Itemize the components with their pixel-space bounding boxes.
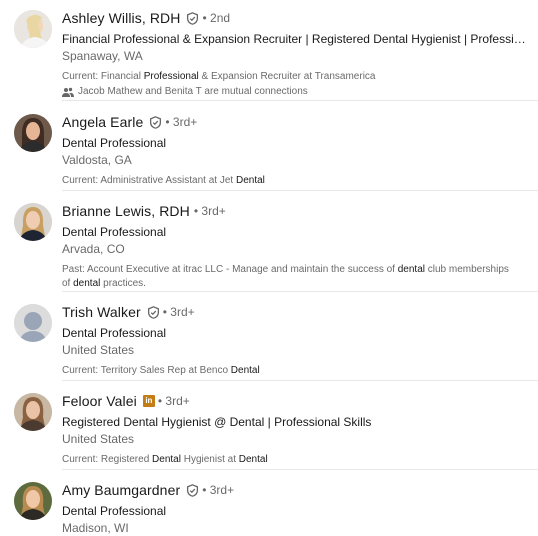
summary-line: of dental practices. [62, 277, 528, 291]
result-item: Feloor Valei in • 3rd+ Registered Dental… [0, 391, 538, 469]
summary-highlight: Dental [152, 454, 181, 465]
avatar[interactable] [14, 203, 52, 241]
summary-highlight: Dental [230, 365, 260, 376]
search-results-list: Ashley Willis, RDH • 2nd Financial Profe… [0, 0, 538, 535]
summary-text: Hygienist at [180, 454, 239, 465]
avatar[interactable] [14, 482, 52, 520]
divider [62, 100, 538, 101]
profile-name-link[interactable]: Angela Earle [62, 114, 143, 130]
summary-line: Past: Account Executive at itrac LLC - M… [62, 263, 528, 277]
connection-degree: • 3rd+ [193, 204, 226, 218]
divider [62, 190, 538, 191]
profile-name-link[interactable]: Feloor Valei [62, 393, 137, 409]
verified-icon [186, 483, 199, 497]
result-item: Amy Baumgardner • 3rd+ Dental Profession… [0, 480, 538, 535]
summary-text: club memberships [424, 264, 509, 275]
summary-highlight: dental [73, 278, 101, 289]
avatar-placeholder-icon [14, 304, 52, 342]
headline: Dental Professional [62, 326, 167, 340]
location: Spanaway, WA [62, 49, 143, 63]
summary: Current: Registered Dental Hygienist at … [62, 453, 528, 467]
summary-text: of [62, 278, 74, 289]
summary-text: & Expansion Recruiter at Transamerica [198, 71, 376, 82]
avatar[interactable] [14, 10, 52, 48]
verified-icon [186, 11, 199, 25]
headline: Dental Professional [62, 136, 167, 150]
summary: Past: Account Executive at itrac LLC - M… [62, 263, 528, 291]
result-item: Brianne Lewis, RDH • 3rd+ Dental Profess… [0, 201, 538, 291]
avatar[interactable] [14, 304, 52, 342]
name-row: Amy Baumgardner • 3rd+ [62, 480, 528, 500]
headline: Dental Professional [62, 504, 167, 518]
connection-degree: • 3rd+ [202, 483, 235, 497]
name-row: Angela Earle • 3rd+ [62, 112, 528, 132]
linkedin-premium-icon: in [142, 395, 155, 407]
summary-text: Past: Account Executive at itrac LLC - M… [62, 264, 398, 275]
summary-text: Current: Registered [62, 454, 153, 465]
summary: Current: Administrative Assistant at Jet… [62, 174, 528, 188]
headline: Registered Dental Hygienist @ Dental | P… [62, 415, 372, 429]
verified-icon [147, 305, 160, 319]
avatar[interactable] [14, 393, 52, 431]
summary-text: Current: Financial [62, 71, 144, 82]
divider [62, 380, 538, 381]
profile-name-link[interactable]: Brianne Lewis, RDH [62, 203, 190, 219]
avatar-photo-icon [14, 114, 52, 152]
summary-text: Current: Territory Sales Rep at Benco [62, 365, 231, 376]
connection-degree: • 3rd+ [157, 394, 190, 408]
verified-icon [149, 115, 162, 129]
summary: Current: Territory Sales Rep at Benco De… [62, 364, 528, 378]
connection-degree: • 2nd [202, 11, 231, 25]
people-icon [62, 87, 74, 97]
avatar[interactable] [14, 114, 52, 152]
location: Valdosta, GA [62, 153, 132, 167]
summary-highlight: Dental [238, 454, 268, 465]
summary-highlight: Professional [143, 71, 199, 82]
result-item: Trish Walker • 3rd+ Dental Professional … [0, 302, 538, 380]
profile-name-link[interactable]: Ashley Willis, RDH [62, 10, 180, 26]
profile-name-link[interactable]: Amy Baumgardner [62, 482, 180, 498]
mutual-connections-text: Jacob Mathew and Benita T are mutual con… [78, 86, 308, 97]
mutual-connections[interactable]: Jacob Mathew and Benita T are mutual con… [62, 85, 528, 99]
avatar-photo-icon [14, 10, 52, 48]
result-item: Ashley Willis, RDH • 2nd Financial Profe… [0, 8, 538, 100]
divider [62, 291, 538, 292]
location: United States [62, 432, 135, 446]
result-item: Angela Earle • 3rd+ Dental Professional … [0, 112, 538, 190]
location: Madison, WI [62, 521, 129, 535]
location: United States [62, 343, 135, 357]
avatar-photo-icon [14, 203, 52, 241]
location: Arvada, CO [62, 242, 125, 256]
summary: Current: Financial Professional & Expans… [62, 70, 528, 84]
profile-name-link[interactable]: Trish Walker [62, 304, 141, 320]
summary-text: practices. [100, 278, 146, 289]
name-row: Ashley Willis, RDH • 2nd [62, 8, 528, 28]
avatar-photo-icon [14, 482, 52, 520]
connection-degree: • 3rd+ [162, 305, 195, 319]
name-row: Trish Walker • 3rd+ [62, 302, 528, 322]
name-row: Feloor Valei in • 3rd+ [62, 391, 528, 411]
connection-degree: • 3rd+ [165, 115, 198, 129]
headline: Financial Professional & Expansion Recru… [62, 32, 528, 46]
divider [62, 469, 538, 470]
summary-highlight: Dental [235, 175, 265, 186]
summary-highlight: dental [397, 264, 425, 275]
name-row: Brianne Lewis, RDH • 3rd+ [62, 201, 528, 221]
avatar-photo-icon [14, 393, 52, 431]
summary-text: Current: Administrative Assistant at Jet [62, 175, 236, 186]
headline: Dental Professional [62, 225, 167, 239]
